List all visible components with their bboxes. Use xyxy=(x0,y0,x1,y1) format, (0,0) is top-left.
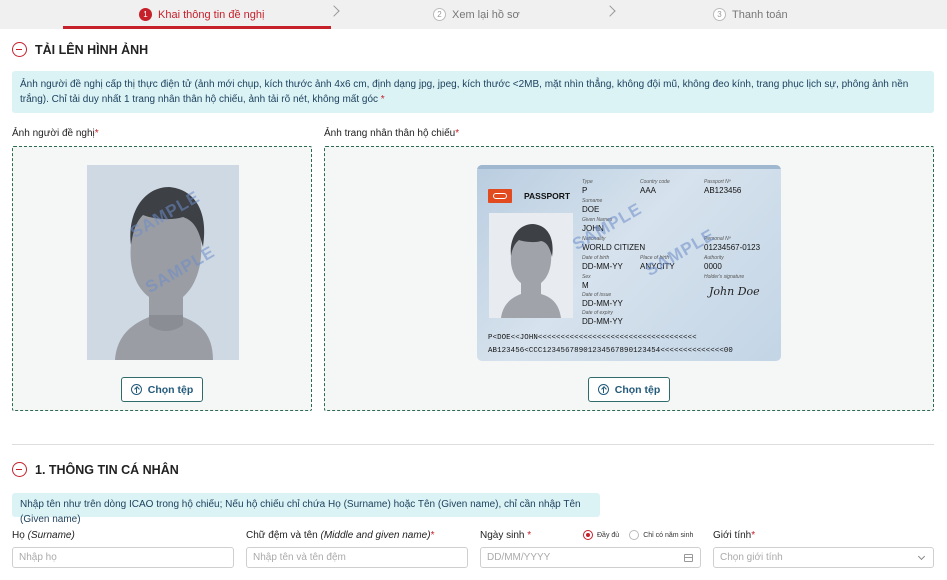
pp-authority: 0000 xyxy=(704,262,722,271)
passport-mrz-line-2: AB123456<CCC12345678901234567890123454<<… xyxy=(488,347,733,355)
required-mark: * xyxy=(455,128,460,139)
gender-select[interactable]: Chọn giới tính xyxy=(713,547,934,568)
required-mark: * xyxy=(94,128,99,139)
choose-passport-button[interactable]: Chọn tệp xyxy=(588,377,670,402)
radio-dot xyxy=(629,530,640,540)
chevron-right-icon xyxy=(604,5,616,17)
collapse-icon[interactable] xyxy=(12,462,27,477)
passport-photo xyxy=(489,213,573,318)
required-mark: * xyxy=(527,530,532,541)
dob-mode-radio-group: Đầy đủ Chỉ có năm sinh xyxy=(583,530,693,540)
upload-icon xyxy=(597,384,609,395)
surname-placeholder: Nhập họ xyxy=(19,552,57,563)
pp-expiry-label: Date of expiry xyxy=(582,310,613,316)
required-mark: * xyxy=(751,530,756,541)
dob-label-text: Ngày sinh xyxy=(480,530,525,541)
chevron-down-icon xyxy=(917,552,926,561)
personal-info-box: Nhập tên như trên dòng ICAO trong hộ chi… xyxy=(12,493,600,525)
dob-placeholder: DD/MM/YYYY xyxy=(487,552,551,563)
photo-label-text: Ảnh người đề nghị xyxy=(12,128,95,139)
upload-info-text: Ảnh người đề nghị cấp thị thực điện tử (… xyxy=(20,79,909,105)
step-1-label: Khai thông tin đề nghị xyxy=(158,8,265,21)
pp-number: AB123456 xyxy=(704,186,742,195)
pp-authority-label: Authority xyxy=(704,255,724,261)
pp-issue: DD-MM-YY xyxy=(582,299,623,308)
pp-type: P xyxy=(582,186,588,195)
passport-mrz-line-1: P<DOE<<JOHN<<<<<<<<<<<<<<<<<<<<<<<<<<<<<… xyxy=(488,334,697,342)
pp-surname-label: Surname xyxy=(582,198,603,204)
dob-input[interactable]: DD/MM/YYYY xyxy=(480,547,701,568)
step-2[interactable]: 2 Xem lại hồ sơ xyxy=(433,0,520,29)
step-3[interactable]: 3 Thanh toán xyxy=(713,0,788,29)
step-2-label: Xem lại hồ sơ xyxy=(452,8,520,21)
dob-label: Ngày sinh * xyxy=(480,530,531,541)
step-1[interactable]: 1 Khai thông tin đề nghị xyxy=(139,0,264,29)
section-divider xyxy=(12,444,934,445)
dob-year-only-radio[interactable]: Chỉ có năm sinh xyxy=(629,530,693,540)
pp-surname: DOE xyxy=(582,205,600,214)
dob-full-label: Đầy đủ xyxy=(597,531,620,539)
required-mark: * xyxy=(380,94,385,105)
pp-signature-label: Holder's signature xyxy=(704,274,745,280)
passport-emblem-icon xyxy=(488,189,512,203)
upload-section-header[interactable]: TẢI LÊN HÌNH ẢNH xyxy=(12,42,148,57)
sample-watermark: SAMPLE xyxy=(642,225,719,281)
given-label-text: Chữ đệm và tên xyxy=(246,530,318,541)
personal-section-header[interactable]: 1. THÔNG TIN CÁ NHÂN xyxy=(12,462,179,477)
pp-sex-label: Sex xyxy=(582,274,591,280)
passport-label-text: Ảnh trang nhân thân hộ chiếu xyxy=(324,128,456,139)
pp-expiry: DD-MM-YY xyxy=(582,317,623,326)
sample-portrait-image: SAMPLE SAMPLE xyxy=(87,165,239,360)
upload-section-title: TẢI LÊN HÌNH ẢNH xyxy=(35,42,149,57)
pp-country-label: Country code xyxy=(640,179,670,185)
choose-photo-label: Chọn tệp xyxy=(147,383,194,396)
personal-section-title: 1. THÔNG TIN CÁ NHÂN xyxy=(35,462,179,477)
surname-input[interactable]: Nhập họ xyxy=(12,547,234,568)
step-2-number: 2 xyxy=(433,8,446,21)
passport-heading: PASSPORT xyxy=(524,191,571,201)
upload-info-box: Ảnh người đề nghị cấp thị thực điện tử (… xyxy=(12,71,934,113)
choose-photo-button[interactable]: Chọn tệp xyxy=(121,377,203,402)
step-3-label: Thanh toán xyxy=(732,8,788,21)
calendar-icon[interactable] xyxy=(684,554,693,562)
radio-dot xyxy=(583,530,593,540)
gender-label-text: Giới tính xyxy=(713,530,752,541)
choose-passport-label: Chọn tệp xyxy=(614,383,661,396)
given-hint: (Middle and given name) xyxy=(320,530,431,541)
active-step-indicator xyxy=(63,26,331,29)
progress-stepper: 1 Khai thông tin đề nghị 2 Xem lại hồ sơ… xyxy=(0,0,947,29)
required-mark: * xyxy=(430,530,435,541)
pp-sex: M xyxy=(582,281,589,290)
gender-label: Giới tính* xyxy=(713,530,755,541)
dob-year-label: Chỉ có năm sinh xyxy=(643,531,694,539)
step-3-number: 3 xyxy=(713,8,726,21)
pp-number-label: Passport Nº xyxy=(704,179,731,185)
pp-signature: John Doe xyxy=(709,285,760,298)
photo-label: Ảnh người đề nghị* xyxy=(12,128,99,139)
dob-full-radio[interactable]: Đầy đủ xyxy=(583,530,619,540)
gender-placeholder: Chọn giới tính xyxy=(720,552,783,563)
step-1-number: 1 xyxy=(139,8,152,21)
surname-label-text: Họ xyxy=(12,530,25,541)
pp-country: AAA xyxy=(640,186,657,195)
passport-label: Ảnh trang nhân thân hộ chiếu* xyxy=(324,128,459,139)
given-name-input[interactable]: Nhập tên và tên đệm xyxy=(246,547,468,568)
surname-label: Họ (Surname) xyxy=(12,530,75,541)
sample-passport-image: PASSPORT Type P Country code AAA Passpor… xyxy=(477,165,781,361)
given-name-placeholder: Nhập tên và tên đệm xyxy=(253,552,346,563)
surname-hint: (Surname) xyxy=(27,530,75,541)
collapse-icon[interactable] xyxy=(12,42,27,57)
pp-dob: DD-MM-YY xyxy=(582,262,623,271)
personal-info-text: Nhập tên như trên dòng ICAO trong hộ chi… xyxy=(20,499,581,525)
chevron-right-icon xyxy=(328,5,340,17)
pp-dob-label: Date of birth xyxy=(582,255,610,261)
given-name-label: Chữ đệm và tên (Middle and given name)* xyxy=(246,530,434,541)
pp-issue-label: Date of issue xyxy=(582,292,612,298)
pp-type-label: Type xyxy=(582,179,593,185)
portrait-silhouette xyxy=(115,187,213,360)
upload-icon xyxy=(130,384,142,395)
